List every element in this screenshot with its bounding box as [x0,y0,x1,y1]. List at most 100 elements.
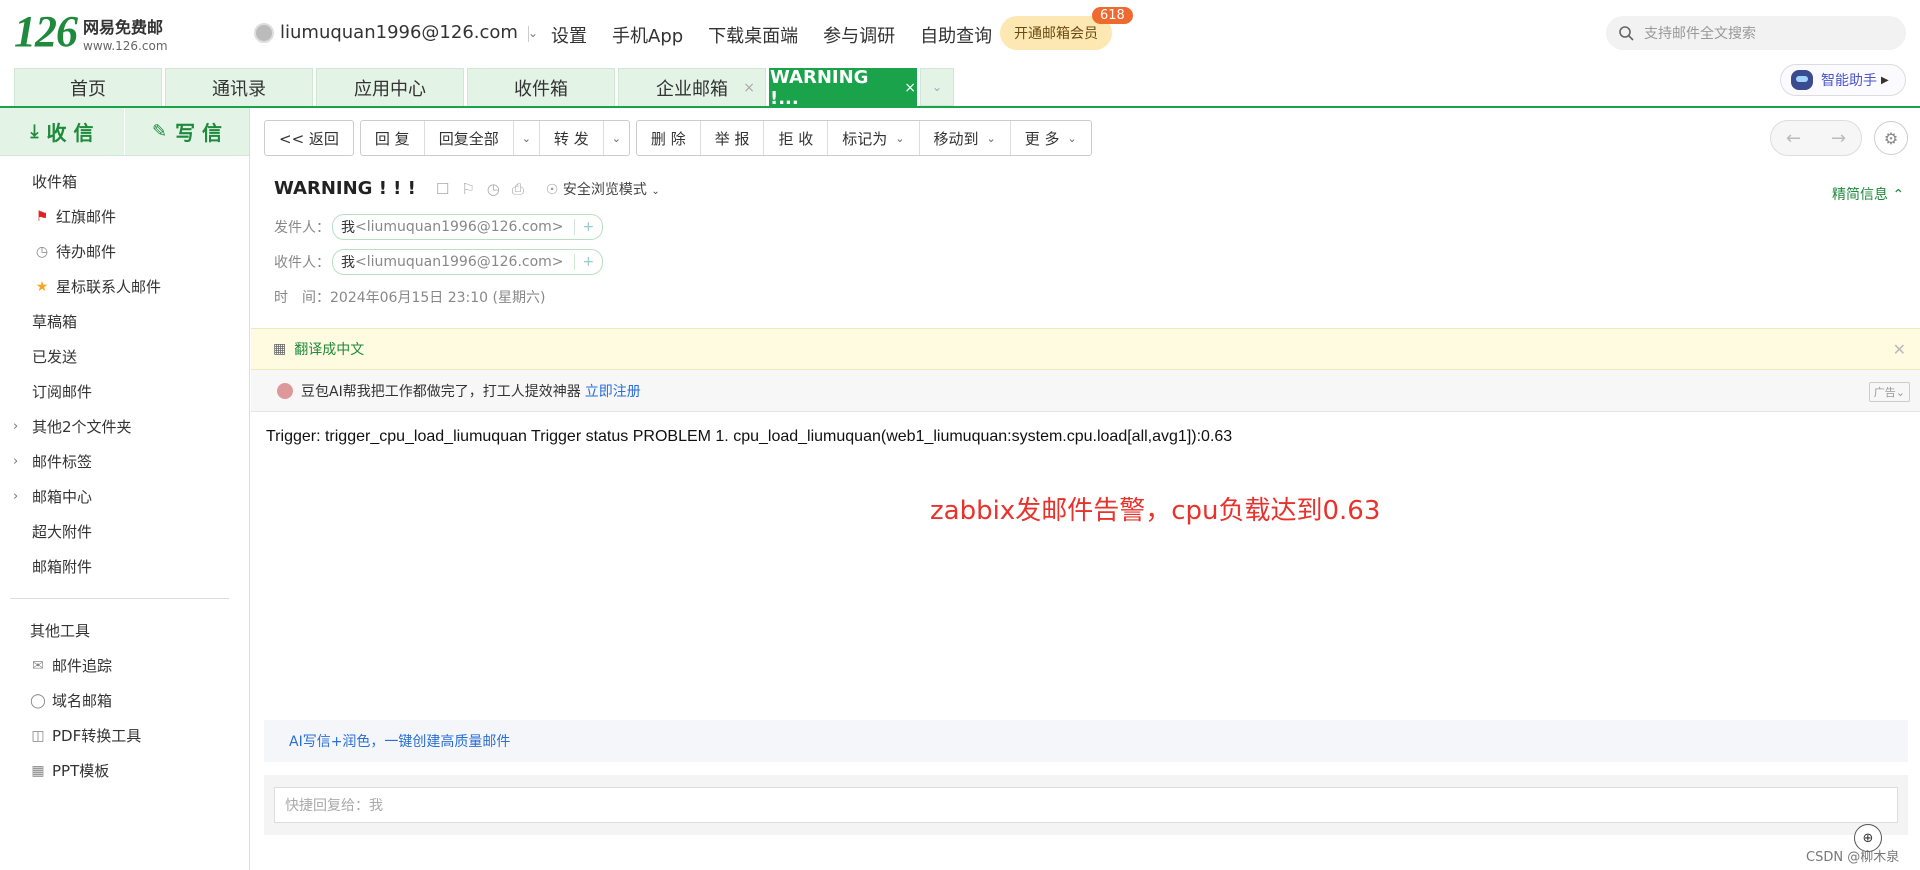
report-button[interactable]: 举 报 [701,121,765,155]
receive-button[interactable]: ⤓ 收 信 [0,108,125,155]
divider [528,26,529,42]
detail-toggle-link[interactable]: 精简信息 ⌃ [1832,184,1904,204]
close-icon[interactable]: ✕ [1893,340,1906,359]
translate-link[interactable]: 翻译成中文 [294,339,364,359]
watermark: CSDN @柳木泉 [1806,850,1900,865]
tab-warning-mail[interactable]: WARNING !... × [769,67,917,109]
forward-dropdown[interactable]: ⌄ [604,121,629,155]
sidebar-item-red-flag[interactable]: ⚑ 红旗邮件 [0,199,249,234]
more-button[interactable]: 更 多 ⌄ [1011,121,1091,155]
search-icon [1619,26,1634,41]
close-icon[interactable]: × [743,80,755,96]
tool-pdf-convert[interactable]: ◫ PDF转换工具 [0,718,249,753]
to-label: 收件人： [274,254,330,271]
vip-badge: 618 [1092,7,1133,24]
chevron-right-icon[interactable]: › [13,489,18,504]
mark-as-button[interactable]: 标记为 ⌄ [828,121,920,155]
inbox-download-icon: ⤓ [30,121,39,142]
logo[interactable]: 126 网易免费邮 www.126.com [14,7,168,56]
chevron-down-icon: ⌄ [651,185,660,197]
account-email: liumuquan1996@126.com [280,22,518,43]
annotation-text: zabbix发邮件告警，cpu负载达到0.63 [930,496,1381,526]
ai-write-bar[interactable]: AI写信+润色，一键创建高质量邮件 [264,720,1908,762]
sidebar-item-large-attachments[interactable]: 超大附件 [0,514,249,549]
chevron-down-icon: ⌄ [611,131,621,145]
tool-mail-tracking[interactable]: ✉ 邮件追踪 [0,648,249,683]
time-row: 时 间： 2024年06月15日 23:10 (星期六) [274,279,660,314]
tool-ppt-template[interactable]: ▦ PPT模板 [0,753,249,788]
chevron-right-icon[interactable]: › [13,454,18,469]
star-icon: ★ [35,278,49,295]
tab-app-center[interactable]: 应用中心 [316,68,464,106]
gear-icon[interactable]: ⚙ [1874,121,1908,155]
from-label: 发件人： [274,219,330,236]
from-row: 发件人： 我 <liumuquan1996@126.com> + [274,209,660,244]
account-menu[interactable]: liumuquan1996@126.com ⌄ [254,22,538,43]
flag-icon[interactable]: ⚐ [461,180,474,198]
nav-self-service[interactable]: 自助查询 [920,22,992,48]
sidebar-item-labels[interactable]: › 邮件标签 [0,444,249,479]
tool-domain-mail[interactable]: ◯ 域名邮箱 [0,683,249,718]
chevron-right-icon[interactable]: › [13,419,18,434]
nav-survey[interactable]: 参与调研 [823,22,895,48]
recipient-chip[interactable]: 我 <liumuquan1996@126.com> + [332,248,604,275]
mail-body: Trigger: trigger_cpu_load_liumuquan Trig… [266,428,1233,445]
reply-button[interactable]: 回 复 [361,121,425,155]
tab-enterprise-mail[interactable]: 企业邮箱 × [618,68,766,106]
nav-download-desktop[interactable]: 下载桌面端 [708,22,798,48]
safe-mode-toggle[interactable]: ☉ 安全浏览模式 ⌄ [546,179,660,199]
search-box[interactable]: 支持邮件全文搜索 [1606,16,1906,50]
ad-tag[interactable]: 广告⌄ [1868,382,1910,402]
quick-reply-input[interactable]: 快捷回复给：我 [274,787,1898,823]
prev-mail-arrow-icon[interactable]: ← [1771,121,1816,155]
reject-button[interactable]: 拒 收 [764,121,829,155]
red-flag-icon: ⚑ [35,208,49,225]
mail-subject: WARNING ! ! ! [274,178,416,199]
tab-overflow-button[interactable]: ⌄ [920,68,954,106]
to-row: 收件人： 我 <liumuquan1996@126.com> + [274,244,660,279]
tab-inbox[interactable]: 收件箱 [467,68,615,106]
forward-button[interactable]: 转 发 [540,121,604,155]
quick-reply-area: 快捷回复给：我 [264,775,1908,835]
tab-contacts[interactable]: 通讯录 [165,68,313,106]
clock-icon[interactable]: ◷ [487,180,500,198]
sidebar-item-inbox[interactable]: 收件箱 [0,164,249,199]
ad-register-link[interactable]: 立即注册 [585,381,641,401]
chevron-down-icon: ⌄ [521,131,531,145]
sidebar-item-other-folders[interactable]: › 其他2个文件夹 [0,409,249,444]
sidebar: ⤓ 收 信 ✎ 写 信 收件箱 ⚑ 红旗邮件 ◷ 待办邮件 ★ 星标联系人邮件 草稿箱 已… [0,108,250,870]
sidebar-item-starred[interactable]: ★ 星标联系人邮件 [0,269,249,304]
add-contact-icon[interactable]: + [573,218,594,235]
chevron-down-icon: ⌄ [895,131,905,145]
move-to-button[interactable]: 移动到 ⌄ [920,121,1011,155]
logo-number: 126 [14,7,78,56]
tab-underline [0,106,1920,108]
mail-toolbar: << 返回 回 复 回复全部 ⌄ 转 发 ⌄ 删 除 举 报 拒 收 标记为 ⌄ … [264,120,1092,156]
time-value: 2024年06月15日 23:10 (星期六) [330,289,546,306]
sidebar-item-todo[interactable]: ◷ 待办邮件 [0,234,249,269]
sidebar-item-subscriptions[interactable]: 订阅邮件 [0,374,249,409]
close-icon[interactable]: × [904,80,916,96]
nav-mobile-app[interactable]: 手机App [612,22,683,48]
nav-settings[interactable]: 设置 [551,22,587,48]
top-nav: 设置 手机App 下载桌面端 参与调研 自助查询 [551,22,992,48]
tab-home[interactable]: 首页 [14,68,162,106]
bookmark-icon[interactable]: ☐ [436,180,449,198]
tools-title: 其他工具 [30,622,91,640]
reply-all-dropdown[interactable]: ⌄ [514,121,540,155]
sidebar-item-drafts[interactable]: 草稿箱 [0,304,249,339]
compose-button[interactable]: ✎ 写 信 [125,108,249,155]
reply-all-button[interactable]: 回复全部 [425,121,514,155]
sidebar-item-mail-center[interactable]: › 邮箱中心 [0,479,249,514]
sidebar-item-mailbox-attachments[interactable]: 邮箱附件 [0,549,249,584]
add-contact-icon[interactable]: + [573,253,594,270]
logo-title: 网易免费邮 [83,18,164,37]
print-icon[interactable]: ⎙ [512,180,524,198]
sender-chip[interactable]: 我 <liumuquan1996@126.com> + [332,213,604,240]
smart-assistant-button[interactable]: 智能助手 ▶ [1780,64,1906,96]
sidebar-item-sent[interactable]: 已发送 [0,339,249,374]
next-mail-arrow-icon[interactable]: → [1816,121,1861,155]
chevron-down-icon: ⌄ [527,25,539,40]
delete-button[interactable]: 删 除 [637,121,701,155]
back-button[interactable]: << 返回 [265,121,353,155]
